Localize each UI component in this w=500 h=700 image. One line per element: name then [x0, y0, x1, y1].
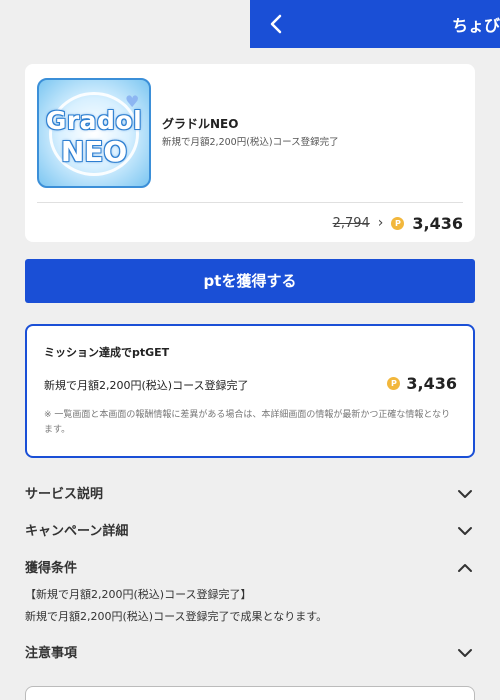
condition-text: 新規で月額2,200円(税込)コース登録完了で成果となります。	[25, 610, 328, 623]
arrow-right-icon: ›	[377, 215, 384, 231]
accordion-label: サービス説明	[25, 487, 104, 502]
chevron-down-icon	[457, 644, 473, 657]
offer-logo: ♥ Gradol NEO	[37, 78, 151, 188]
mission-points-value: 3,436	[406, 374, 457, 393]
chevron-left-icon	[270, 14, 282, 34]
mission-title: ミッション達成でptGET	[44, 346, 170, 359]
accordion-service[interactable]: サービス説明	[25, 481, 475, 503]
header-title: ちょび	[452, 16, 500, 35]
mission-points: P 3,436	[387, 374, 457, 393]
old-points: 2,794	[332, 215, 370, 231]
mission-condition: 新規で月額2,200円(税込)コース登録完了	[44, 379, 249, 392]
accordion-label: 獲得条件	[25, 561, 78, 576]
accordion-notes[interactable]: 注意事項	[25, 640, 475, 662]
chevron-down-icon	[457, 522, 473, 535]
condition-title: 【新規で月額2,200円(税込)コース登録完了】	[25, 588, 252, 601]
divider	[37, 202, 463, 203]
mission-box: ミッション達成でptGET 新規で月額2,200円(税込)コース登録完了 P 3…	[25, 324, 475, 458]
chevron-up-icon	[457, 559, 473, 572]
accordion-conditions[interactable]: 獲得条件	[25, 555, 475, 577]
accordion-label: キャンペーン詳細	[25, 524, 129, 539]
offer-name: グラドルNEO	[162, 117, 239, 131]
point-coin-icon: P	[387, 377, 401, 390]
chevron-down-icon	[457, 485, 473, 498]
offer-description: 新規で月額2,200円(税込)コース登録完了	[162, 137, 339, 148]
price-row: 2,794 › P 3,436	[333, 212, 463, 234]
point-coin-icon: P	[391, 216, 405, 230]
mission-note: ※ 一覧画面と本画面の報酬情報に差異がある場合は、本詳細画面の情報が最新かつ正確…	[44, 410, 451, 435]
header-bar: ちょび	[250, 0, 500, 48]
offer-card: ♥ Gradol NEO グラドルNEO 新規で月額2,200円(税込)コース登…	[25, 64, 475, 242]
accordion-label: 注意事項	[25, 646, 78, 661]
get-points-button[interactable]: ptを獲得する	[25, 259, 475, 303]
offer-points: 3,436	[412, 213, 463, 233]
bottom-panel	[25, 686, 475, 700]
back-button[interactable]	[264, 10, 288, 38]
accordion-campaign[interactable]: キャンペーン詳細	[25, 518, 475, 540]
